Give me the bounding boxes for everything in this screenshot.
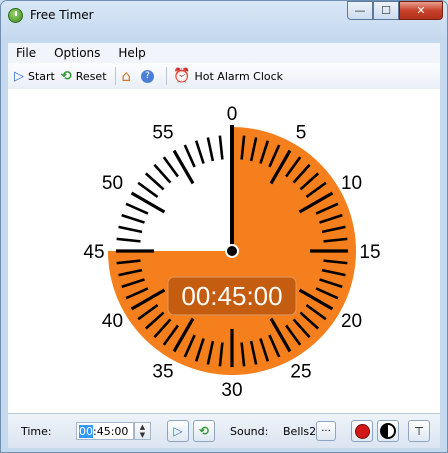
app-timer-icon — [8, 8, 23, 23]
pin-button[interactable]: ⊤ — [408, 420, 430, 442]
timer-dial[interactable]: 0 5 10 15 20 25 30 35 40 45 50 55 00:45:00 — [8, 89, 440, 413]
dial-minute-label: 0 — [227, 104, 238, 125]
dial-minute-label: 15 — [359, 242, 380, 263]
dial-minute-label: 40 — [102, 311, 123, 332]
menu-file[interactable]: File — [16, 46, 36, 60]
start-button[interactable]: ▷ Start — [14, 66, 55, 86]
minimize-button[interactable]: — — [347, 1, 373, 20]
dial-minute-label: 45 — [83, 242, 104, 263]
dial-minute-label: 50 — [102, 173, 123, 194]
contrast-icon — [380, 423, 396, 439]
menu-options[interactable]: Options — [54, 46, 100, 60]
toolbar-separator-2 — [166, 67, 168, 85]
dial-tick — [218, 135, 224, 160]
contrast-button[interactable] — [377, 420, 399, 442]
app-window: Free Timer — ☐ ✕ File Options Help ▷ Sta… — [0, 0, 448, 453]
window-controls: — ☐ ✕ — [347, 1, 443, 22]
home-button[interactable]: ⌂ — [122, 66, 136, 86]
dial-minute-label: 35 — [152, 362, 173, 383]
reset-label: Reset — [75, 69, 107, 83]
toolbar-separator — [114, 67, 116, 85]
sound-label: Sound: — [230, 425, 269, 438]
toolbar: ▷ Start ⟲ Reset ⌂ ? ⏰ Hot Alarm Clock — [8, 63, 440, 90]
time-input-selected: 00 — [79, 425, 93, 438]
maximize-button[interactable]: ☐ — [373, 1, 399, 20]
record-button[interactable] — [351, 420, 373, 442]
alarm-clock-icon: ⏰ — [173, 68, 191, 84]
dial-tick — [162, 156, 179, 178]
time-input-rest: :45:00 — [93, 425, 129, 438]
title-bar[interactable]: Free Timer — ☐ ✕ — [1, 1, 447, 31]
alarm-label: Hot Alarm Clock — [194, 69, 284, 83]
hot-alarm-clock-button[interactable]: ⏰ Hot Alarm Clock — [173, 66, 283, 86]
record-icon — [354, 423, 370, 439]
sound-browse-button[interactable]: ··· — [316, 421, 336, 441]
dial-minute-label: 10 — [341, 173, 362, 194]
start-small-button[interactable]: ▷ — [167, 420, 189, 442]
dial-minute-label: 5 — [296, 122, 307, 143]
start-label: Start — [28, 69, 55, 83]
menu-bar: File Options Help — [8, 43, 440, 63]
dial-tick — [183, 144, 196, 168]
reset-small-icon: ⟲ — [198, 424, 210, 438]
dial-minute-label: 25 — [290, 362, 311, 383]
dial-tick — [118, 225, 143, 234]
play-icon: ▷ — [14, 68, 24, 84]
time-spinner[interactable]: ▲ ▼ — [134, 422, 151, 440]
dial-minute-label: 30 — [221, 380, 242, 401]
time-label: Time: — [21, 425, 52, 438]
menu-help[interactable]: Help — [118, 46, 145, 60]
dial-tick — [153, 163, 172, 184]
dial-tick — [121, 213, 145, 224]
home-icon: ⌂ — [121, 67, 132, 85]
time-display: 00:45:00 — [181, 281, 282, 311]
reset-button[interactable]: ⟲ Reset — [61, 66, 107, 86]
browse-dots: ··· — [321, 425, 331, 437]
dial-tick — [144, 172, 165, 191]
dial-tick — [116, 237, 141, 243]
reset-icon: ⟲ — [60, 68, 72, 84]
dial-tick — [206, 137, 215, 162]
dial-minute-label: 20 — [341, 311, 362, 332]
dial-tick — [194, 140, 205, 164]
dial-tick — [125, 202, 149, 215]
pin-icon: ⊤ — [414, 424, 424, 438]
timer-canvas: 0 5 10 15 20 25 30 35 40 45 50 55 00:45:00 — [8, 89, 440, 413]
sound-value: Bells2 — [283, 425, 317, 438]
window-title: Free Timer — [30, 8, 94, 22]
reset-small-button[interactable]: ⟲ — [193, 420, 215, 442]
time-input[interactable]: 00:45:00 — [76, 422, 134, 440]
play-small-icon: ▷ — [173, 424, 183, 438]
dial-minute-label: 55 — [152, 122, 173, 143]
dial-center-pin — [225, 244, 239, 258]
close-button[interactable]: ✕ — [399, 1, 443, 20]
help-button[interactable]: ? — [141, 66, 158, 86]
help-icon: ? — [141, 69, 155, 83]
dial-tick — [137, 181, 159, 198]
status-bar: Time: 00:45:00 ▲ ▼ ▷ ⟲ Sound: Bells2 ··· … — [8, 413, 440, 448]
